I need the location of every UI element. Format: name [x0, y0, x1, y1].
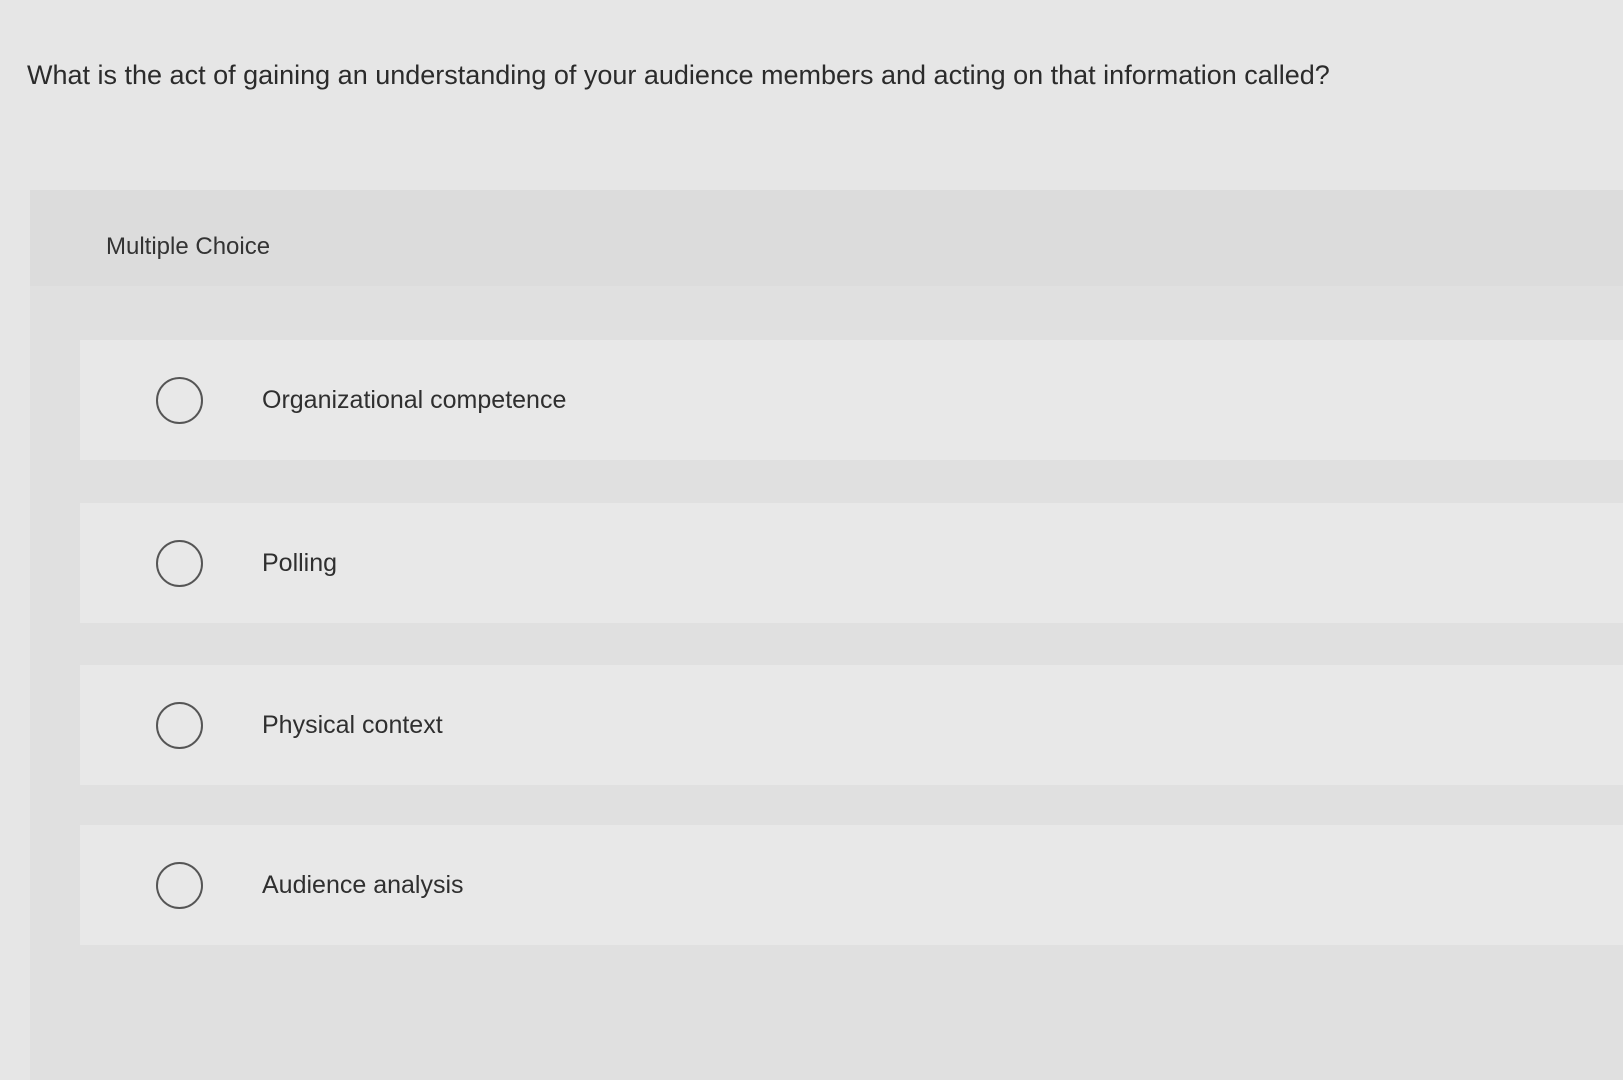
option-row[interactable]: Physical context [80, 665, 1623, 785]
radio-button-icon[interactable] [156, 702, 203, 749]
option-row[interactable]: Audience analysis [80, 825, 1623, 945]
question-type-label: Multiple Choice [106, 233, 271, 260]
option-label[interactable]: Polling [262, 548, 337, 578]
option-label[interactable]: Audience analysis [262, 870, 464, 900]
radio-button-icon[interactable] [156, 377, 203, 424]
option-label[interactable]: Organizational competence [262, 385, 566, 415]
option-row[interactable]: Organizational competence [80, 340, 1623, 460]
option-label[interactable]: Physical context [262, 710, 443, 740]
question-text: What is the act of gaining an understand… [27, 60, 1330, 90]
multiple-choice-panel: Multiple Choice Organizational competenc… [30, 190, 1623, 1080]
panel-header: Multiple Choice [30, 190, 1623, 286]
radio-button-icon[interactable] [156, 862, 203, 909]
option-row[interactable]: Polling [80, 503, 1623, 623]
radio-button-icon[interactable] [156, 540, 203, 587]
